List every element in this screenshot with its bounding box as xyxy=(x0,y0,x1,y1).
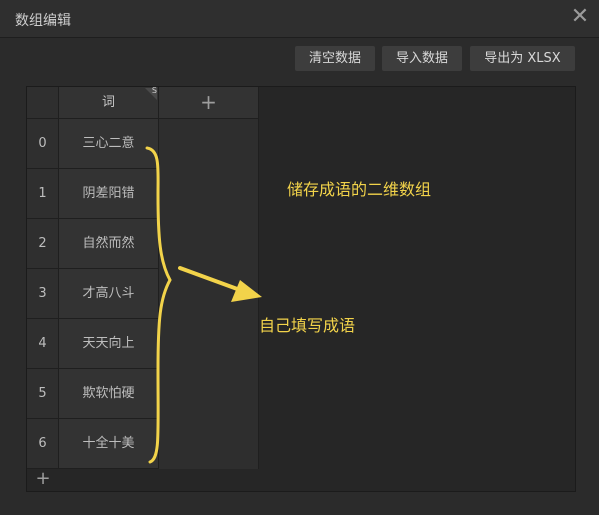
annotation-overlay xyxy=(145,146,262,464)
arrow-annotation xyxy=(178,266,242,292)
annotation-note-fill: 自己填写成语 xyxy=(259,316,356,335)
annotation-note-array: 储存成语的二维数组 xyxy=(287,180,432,199)
arrow-head-annotation xyxy=(231,280,262,302)
curly-brace-annotation xyxy=(145,146,172,464)
